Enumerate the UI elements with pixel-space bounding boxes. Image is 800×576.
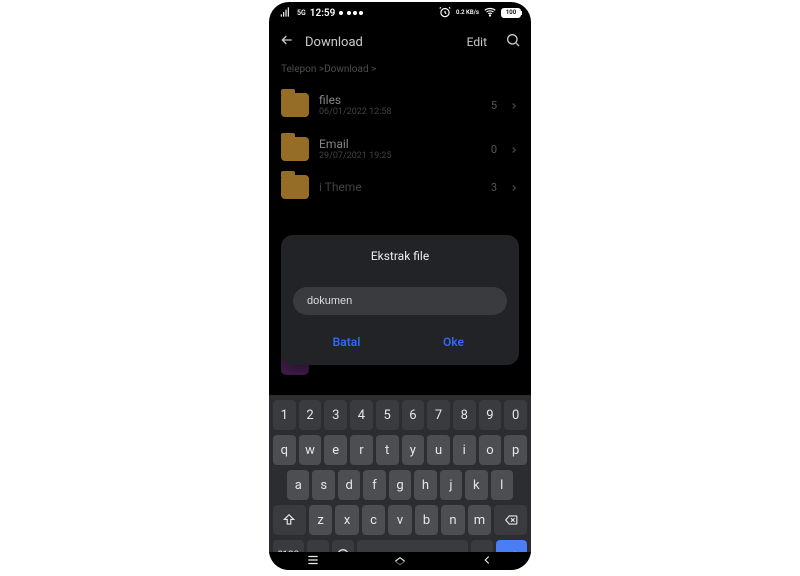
filename-input[interactable] [293, 287, 507, 315]
status-bar: 5G 12:59 0.2 KB/s 100 [269, 2, 531, 24]
key-m[interactable]: m [468, 505, 491, 535]
status-right: 0.2 KB/s 100 [438, 5, 521, 22]
list-item-text: files 06/01/2022 12:58 [319, 93, 481, 117]
key-e[interactable]: e [324, 435, 347, 465]
key-s[interactable]: s [312, 470, 334, 500]
nav-recent-icon[interactable] [305, 552, 321, 571]
key-row-numbers: 1 2 3 4 5 6 7 8 9 0 [273, 400, 527, 430]
ok-button[interactable]: Oke [400, 329, 507, 355]
page-title: Download [305, 35, 457, 50]
list-item-name: Email [319, 137, 481, 151]
list-item[interactable]: files 06/01/2022 12:58 5 [269, 83, 531, 127]
shift-key[interactable] [273, 505, 306, 535]
chevron-right-icon [509, 96, 519, 115]
wifi-icon [483, 5, 497, 22]
key-y[interactable]: y [402, 435, 425, 465]
alarm-icon [438, 5, 452, 22]
key-3[interactable]: 3 [324, 400, 347, 430]
status-time: 12:59 [310, 8, 336, 19]
folder-icon [281, 175, 309, 199]
key-c[interactable]: c [362, 505, 385, 535]
app-bar: Download Edit [269, 24, 531, 60]
chevron-right-icon [509, 140, 519, 159]
chevron-right-icon [509, 178, 519, 197]
key-o[interactable]: o [479, 435, 502, 465]
key-row-zxcv: z x c v b n m [273, 505, 527, 535]
key-u[interactable]: u [427, 435, 450, 465]
key-l[interactable]: l [491, 470, 513, 500]
cancel-button[interactable]: Batal [293, 329, 400, 355]
dialog-title: Ekstrak file [293, 249, 507, 263]
breadcrumb[interactable]: Telepon >Download > [269, 60, 531, 83]
list-item-text: Email 29/07/2021 19:25 [319, 137, 481, 161]
nav-home-icon[interactable] [392, 552, 408, 571]
list-item-count: 3 [491, 181, 497, 194]
key-5[interactable]: 5 [376, 400, 399, 430]
key-z[interactable]: z [309, 505, 332, 535]
soft-keyboard: 1 2 3 4 5 6 7 8 9 0 q w e r t y u i o p … [269, 395, 531, 553]
key-v[interactable]: v [388, 505, 411, 535]
key-0[interactable]: 0 [504, 400, 527, 430]
key-1[interactable]: 1 [273, 400, 296, 430]
key-n[interactable]: n [441, 505, 464, 535]
android-nav-bar [269, 552, 531, 570]
list-item-count: 0 [491, 143, 497, 156]
status-left: 5G 12:59 [279, 5, 363, 22]
key-8[interactable]: 8 [453, 400, 476, 430]
signal-label: 5G [297, 9, 306, 17]
key-r[interactable]: r [350, 435, 373, 465]
signal-icon [279, 5, 293, 22]
battery-icon: 100 [501, 8, 521, 18]
key-i[interactable]: i [453, 435, 476, 465]
status-dot [339, 11, 343, 15]
edit-button[interactable]: Edit [467, 35, 487, 49]
extract-dialog: Ekstrak file Batal Oke [281, 235, 519, 365]
key-w[interactable]: w [299, 435, 322, 465]
key-6[interactable]: 6 [402, 400, 425, 430]
nav-back-icon[interactable] [479, 552, 495, 571]
key-q[interactable]: q [273, 435, 296, 465]
key-d[interactable]: d [338, 470, 360, 500]
dialog-actions: Batal Oke [293, 329, 507, 355]
key-p[interactable]: p [504, 435, 527, 465]
folder-icon [281, 93, 309, 117]
key-t[interactable]: t [376, 435, 399, 465]
key-7[interactable]: 7 [427, 400, 450, 430]
list-item[interactable]: Email 29/07/2021 19:25 0 [269, 127, 531, 171]
search-button[interactable] [505, 32, 521, 52]
key-j[interactable]: j [440, 470, 462, 500]
back-button[interactable] [279, 32, 295, 52]
data-rate: 0.2 KB/s [456, 10, 479, 16]
more-dots-icon [347, 11, 363, 15]
folder-icon [281, 137, 309, 161]
key-k[interactable]: k [465, 470, 487, 500]
key-2[interactable]: 2 [299, 400, 322, 430]
key-row-asdf: a s d f g h j k l [273, 470, 527, 500]
backspace-key[interactable] [494, 505, 527, 535]
key-9[interactable]: 9 [479, 400, 502, 430]
list-item[interactable]: i Theme 3 [269, 171, 531, 203]
list-item-name: files [319, 93, 481, 107]
list-item-count: 5 [491, 99, 497, 112]
key-row-qwerty: q w e r t y u i o p [273, 435, 527, 465]
key-4[interactable]: 4 [350, 400, 373, 430]
phone-frame: 5G 12:59 0.2 KB/s 100 Download Edit Tele… [269, 2, 531, 570]
key-h[interactable]: h [414, 470, 436, 500]
list-item-text: i Theme [319, 180, 481, 194]
key-x[interactable]: x [335, 505, 358, 535]
list-item-date: 29/07/2021 19:25 [319, 151, 481, 161]
key-g[interactable]: g [389, 470, 411, 500]
key-a[interactable]: a [287, 470, 309, 500]
list-item-date: 06/01/2022 12:58 [319, 107, 481, 117]
key-f[interactable]: f [363, 470, 385, 500]
key-b[interactable]: b [415, 505, 438, 535]
list-item-name: i Theme [319, 180, 481, 194]
